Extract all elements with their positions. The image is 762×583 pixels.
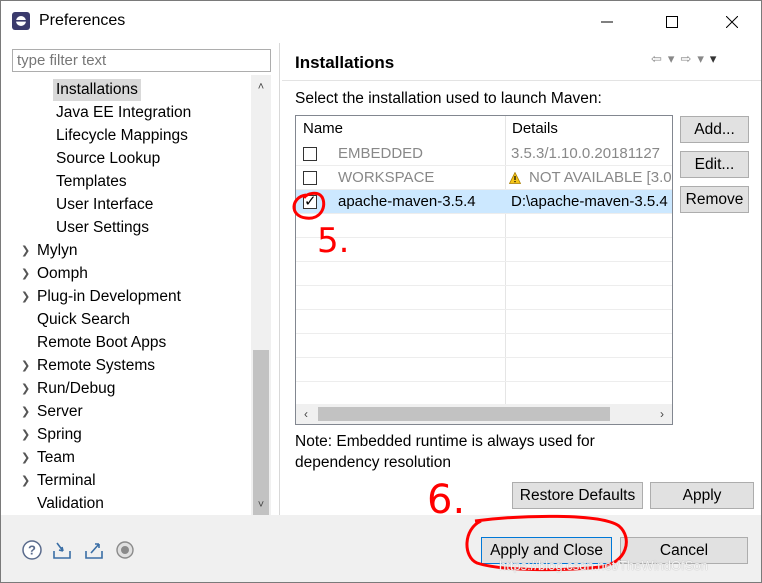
preferences-window: Preferences Installations Java EE Integr…	[0, 0, 762, 583]
annotation-circle-checkbox	[292, 191, 326, 220]
watermark: https://blog.csdn.net/TheWindOfSon	[499, 558, 708, 573]
annotation-overlay	[292, 191, 628, 572]
annotation-step-6: 6.	[427, 477, 466, 523]
annotation-step-5: 5.	[317, 221, 350, 261]
